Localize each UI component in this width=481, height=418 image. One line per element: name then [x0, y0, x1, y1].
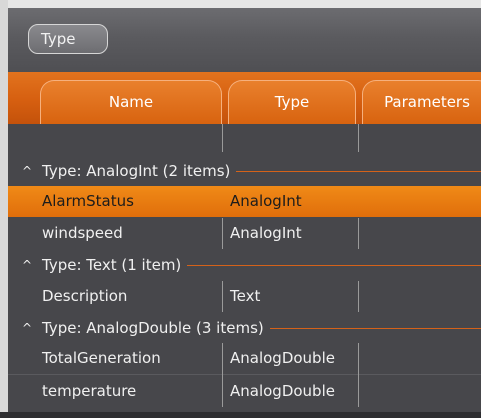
group-header-text[interactable]: ^ Type: Text (1 item)	[8, 251, 481, 279]
table-row[interactable]: windspeed AnalogInt	[8, 218, 481, 249]
table-row[interactable]: AlarmStatus AnalogInt	[8, 186, 481, 217]
group-header-label: Type: Text (1 item)	[42, 251, 188, 279]
column-header-type[interactable]: Type	[228, 80, 356, 124]
table-row[interactable]: Description Text	[8, 281, 481, 312]
cell-type: AnalogDouble	[230, 382, 335, 400]
window-bottom-edge	[0, 412, 481, 418]
window-top-edge	[0, 0, 481, 8]
cell-type: Text	[230, 287, 261, 305]
group-header-analogdouble[interactable]: ^ Type: AnalogDouble (3 items)	[8, 314, 481, 342]
cell-name: temperature	[42, 382, 137, 400]
chevron-up-icon[interactable]: ^	[22, 157, 32, 185]
row-divider	[8, 374, 481, 375]
grid-view: Type Name Type Parameters ^ Type: Analog…	[0, 0, 481, 418]
cell-type: AnalogDouble	[230, 349, 335, 367]
column-header-bar: Name Type Parameters	[8, 72, 481, 124]
group-by-type-chip[interactable]: Type	[28, 24, 108, 54]
window-left-edge	[0, 0, 8, 418]
grid-line	[222, 218, 223, 249]
grid-line	[358, 218, 359, 249]
chevron-up-icon[interactable]: ^	[22, 314, 32, 342]
cell-type: AnalogInt	[230, 224, 302, 242]
cell-name: AlarmStatus	[42, 192, 134, 210]
cell-type: AnalogInt	[230, 192, 302, 210]
group-by-panel: Type	[8, 8, 481, 72]
table-row[interactable]: temperature AnalogDouble	[8, 376, 481, 407]
cell-name: TotalGeneration	[42, 349, 161, 367]
grid-line	[222, 124, 223, 152]
column-header-parameters[interactable]: Parameters	[362, 80, 481, 124]
grid-line	[222, 343, 223, 407]
group-header-analogint[interactable]: ^ Type: AnalogInt (2 items)	[8, 157, 481, 185]
chevron-up-icon[interactable]: ^	[22, 251, 32, 279]
grid-line	[222, 281, 223, 312]
group-header-label: Type: AnalogDouble (3 items)	[42, 314, 270, 342]
cell-name: windspeed	[42, 224, 123, 242]
grid-line	[358, 343, 359, 407]
cell-name: Description	[42, 287, 128, 305]
grid-line	[358, 281, 359, 312]
column-header-name[interactable]: Name	[40, 80, 222, 124]
group-header-label: Type: AnalogInt (2 items)	[42, 157, 237, 185]
table-row[interactable]: TotalGeneration AnalogDouble	[8, 343, 481, 374]
grid-line	[358, 124, 359, 152]
